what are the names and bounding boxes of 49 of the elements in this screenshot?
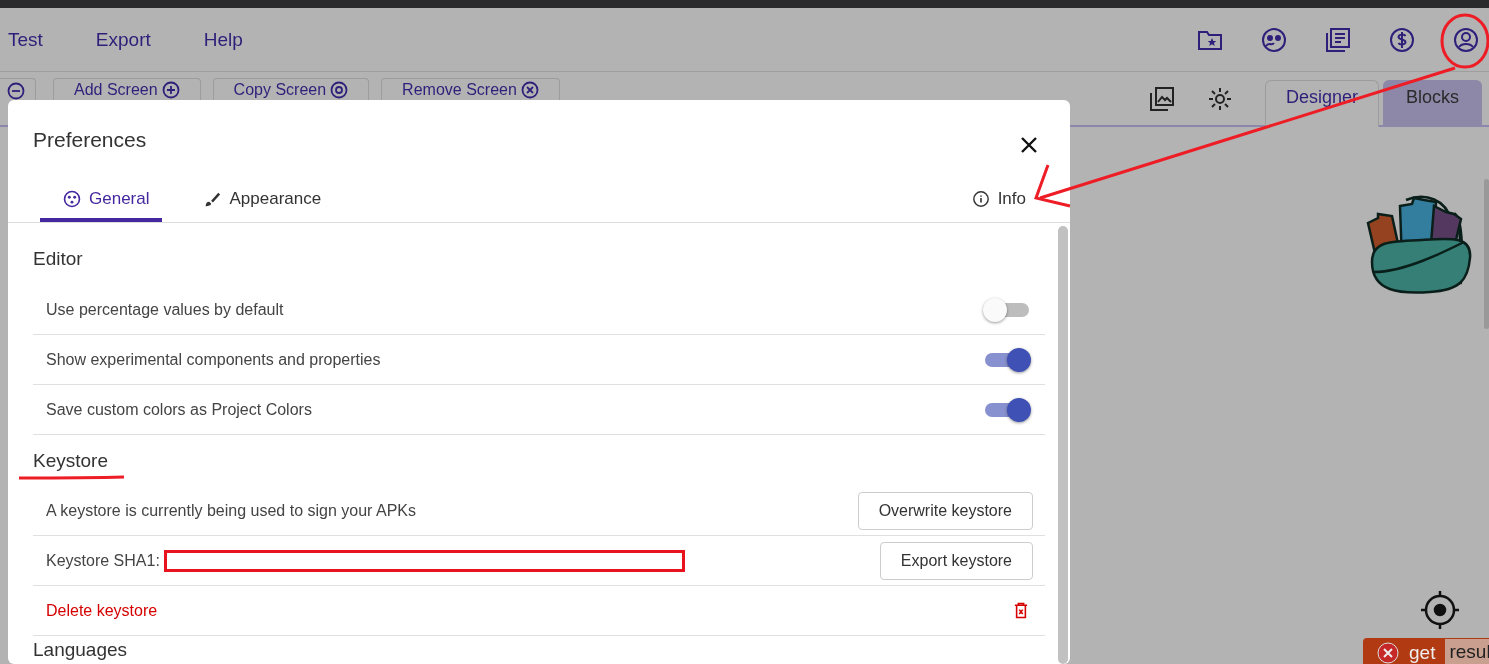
block-label: get — [1409, 642, 1436, 664]
screen-button[interactable]: Remove Screen — [381, 78, 560, 100]
target-icon[interactable] — [1420, 590, 1460, 630]
setting-label: Show experimental components and properties — [46, 350, 381, 369]
toggle-switch[interactable] — [983, 397, 1031, 422]
face-icon[interactable] — [1260, 25, 1288, 54]
tab[interactable]: Info — [971, 180, 1026, 222]
screen-button[interactable]: Add Screen — [53, 78, 201, 100]
zoom-out-button[interactable] — [0, 78, 36, 100]
view-tab[interactable]: Designer — [1264, 80, 1379, 127]
close-icon[interactable] — [1020, 136, 1038, 154]
dollar-icon[interactable] — [1388, 25, 1416, 54]
account-icon[interactable] — [1452, 25, 1480, 54]
screen-button[interactable]: Copy Screen — [212, 78, 370, 100]
code-block[interactable]: get resul — [1363, 638, 1489, 664]
settings-icon[interactable] — [1206, 86, 1233, 112]
dialog-title: Preferences — [33, 128, 148, 152]
remove-circle-icon — [520, 81, 539, 99]
error-icon — [1377, 642, 1399, 664]
trash-icon[interactable] — [1014, 602, 1028, 619]
brush-icon — [203, 190, 222, 208]
toggle-switch[interactable] — [983, 297, 1031, 322]
add-circle-icon — [161, 81, 180, 99]
export-button[interactable]: Export keystore — [879, 541, 1033, 580]
block-argument: resul — [1445, 639, 1489, 664]
menu-item[interactable]: Export — [95, 28, 151, 51]
setting-label: Use percentage values by default — [46, 300, 284, 319]
setting-label: Save custom colors as Project Colors — [46, 400, 312, 419]
copy-circle-icon — [330, 81, 349, 99]
info-icon — [971, 190, 990, 208]
minus-circle-icon — [7, 82, 25, 100]
scrollbar[interactable] — [1058, 226, 1068, 664]
overwrite-button[interactable]: Overwrite keystore — [857, 491, 1033, 530]
scrollbar[interactable] — [1484, 179, 1489, 329]
delete-link[interactable]: Delete keystore — [46, 601, 158, 620]
setting-label: Keystore SHA1: — [46, 551, 160, 570]
view-tab[interactable]: Blocks — [1383, 80, 1482, 127]
palette-icon — [63, 190, 81, 208]
document-list-icon[interactable] — [1324, 25, 1352, 54]
tab[interactable]: General — [40, 180, 163, 222]
section-heading: Keystore — [33, 449, 108, 473]
gallery-icon[interactable] — [1148, 86, 1175, 112]
section-heading: Languages — [33, 638, 128, 662]
setting-label: A keystore is currently being used to sign your APKs — [46, 501, 416, 520]
tab[interactable]: Appearance — [180, 180, 335, 222]
menu-item[interactable]: Test — [8, 28, 43, 51]
toggle-switch[interactable] — [983, 347, 1031, 372]
menu-item[interactable]: Help — [203, 28, 243, 51]
section-heading: Editor — [33, 247, 83, 271]
